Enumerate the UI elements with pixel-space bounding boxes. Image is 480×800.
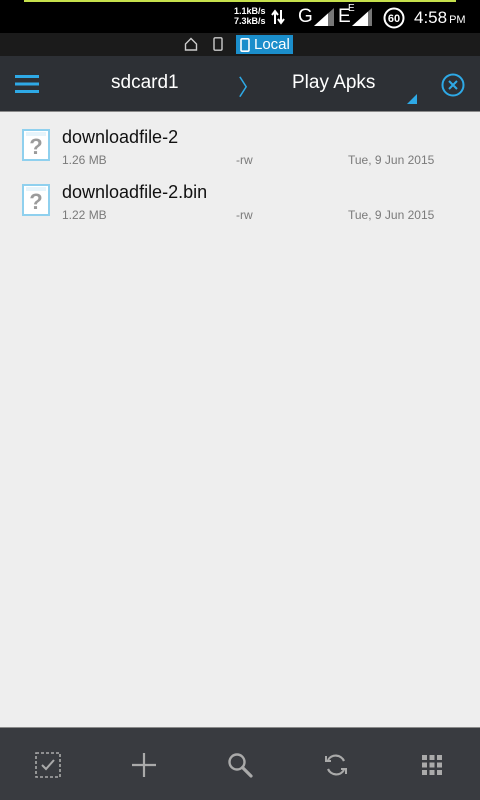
network-type-g: G xyxy=(298,6,313,27)
file-date: Tue, 9 Jun 2015 xyxy=(348,153,435,167)
file-name: downloadfile-2.bin xyxy=(62,182,208,202)
unknown-file-icon: ? xyxy=(21,184,51,216)
local-storage-label: Local xyxy=(254,36,290,53)
file-manager-screen: 1.1kB/s 7.3kB/s G E E 60 4:58 PM Local s… xyxy=(0,0,480,800)
hamburger-menu-icon[interactable] xyxy=(14,72,42,96)
data-transfer-icon xyxy=(271,9,285,30)
signal-strength-icon xyxy=(352,8,372,31)
file-name: downloadfile-2 xyxy=(62,127,179,147)
svg-text:?: ? xyxy=(29,189,42,214)
clock-time: 4:58 xyxy=(414,8,448,27)
breadcrumb-separator-icon: 〉 xyxy=(238,75,261,100)
progress-line xyxy=(24,0,456,2)
svg-text:?: ? xyxy=(29,134,42,159)
file-list: ? downloadfile-2 1.26 MB -rw Tue, 9 Jun … xyxy=(0,113,480,223)
file-permissions: -rw xyxy=(236,208,253,222)
network-speed: 1.1kB/s 7.3kB/s xyxy=(234,7,266,27)
device-icon[interactable] xyxy=(213,37,223,56)
file-size: 1.22 MB xyxy=(62,208,107,222)
close-circle-icon[interactable] xyxy=(440,72,466,103)
unknown-file-icon: ? xyxy=(21,129,51,161)
download-speed: 7.3kB/s xyxy=(234,16,266,26)
signal-strength-icon xyxy=(314,8,334,31)
search-icon[interactable] xyxy=(225,750,255,780)
refresh-icon[interactable] xyxy=(321,750,351,780)
home-icon[interactable] xyxy=(184,37,198,56)
grid-view-icon[interactable] xyxy=(417,750,447,780)
location-bar: Local xyxy=(0,33,480,56)
file-row[interactable]: ? downloadfile-2.bin 1.22 MB -rw Tue, 9 … xyxy=(0,168,480,223)
file-size: 1.26 MB xyxy=(62,153,107,167)
clock: 4:58 PM xyxy=(414,8,466,28)
file-row[interactable]: ? downloadfile-2 1.26 MB -rw Tue, 9 Jun … xyxy=(0,113,480,168)
breadcrumb-play-apks[interactable]: Play Apks xyxy=(292,72,375,94)
add-icon[interactable] xyxy=(129,750,159,780)
select-icon[interactable] xyxy=(33,750,63,780)
phone-icon xyxy=(240,37,250,52)
breadcrumb-sdcard1[interactable]: sdcard1 xyxy=(111,72,179,94)
local-storage-tab[interactable]: Local xyxy=(236,35,293,54)
status-bar: 1.1kB/s 7.3kB/s G E E 60 4:58 PM xyxy=(0,0,480,33)
dropdown-indicator-icon[interactable] xyxy=(407,91,417,109)
battery-level: 60 xyxy=(388,13,400,25)
bottom-action-bar xyxy=(0,727,480,800)
file-date: Tue, 9 Jun 2015 xyxy=(348,208,435,222)
file-permissions: -rw xyxy=(236,153,253,167)
battery-icon: 60 xyxy=(383,7,405,34)
clock-ampm: PM xyxy=(449,14,466,26)
